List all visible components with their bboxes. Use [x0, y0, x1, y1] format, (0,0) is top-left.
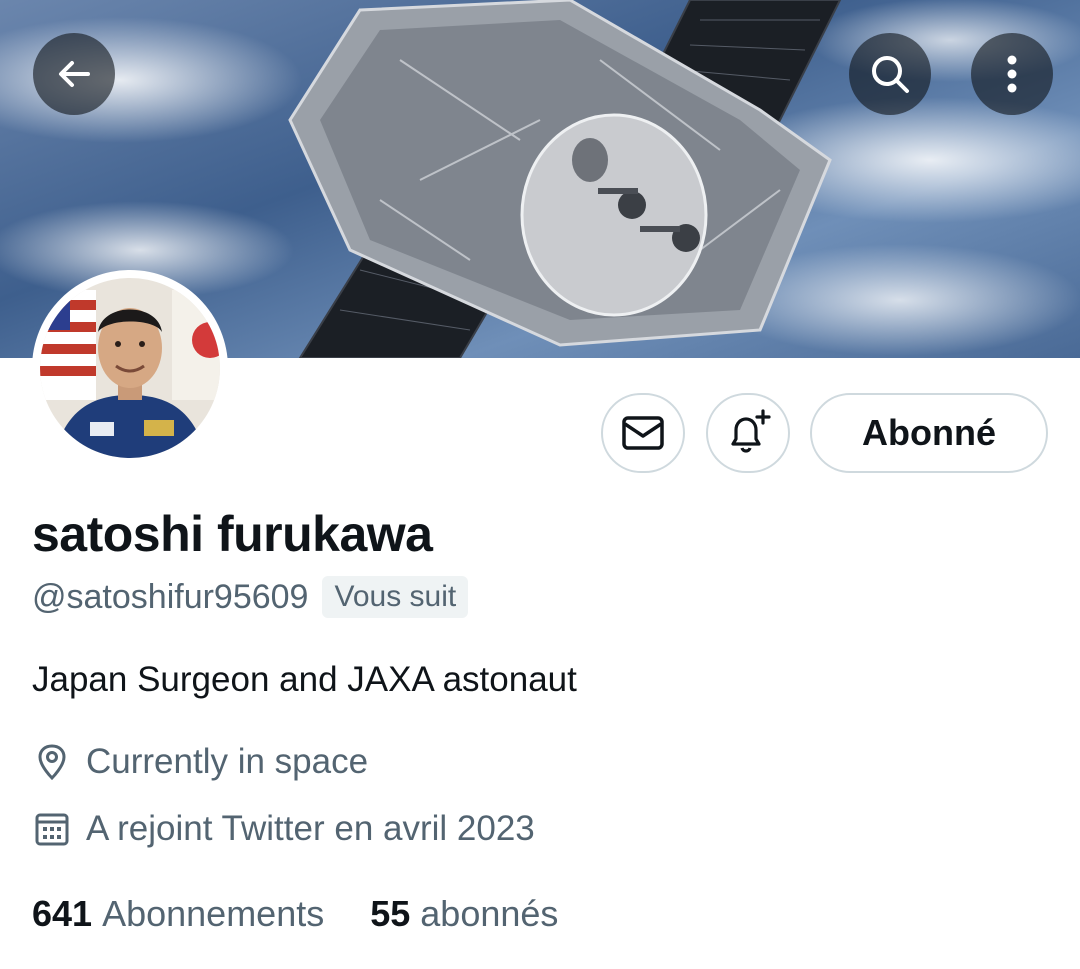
search-button[interactable]	[849, 33, 931, 115]
calendar-icon	[35, 813, 69, 846]
more-vertical-icon	[1007, 55, 1017, 93]
profile-name: satoshi furukawa	[32, 506, 433, 562]
followers-stat[interactable]: 55 abonnés	[370, 893, 558, 935]
following-label: Abonnements	[102, 893, 325, 934]
arrow-left-icon	[59, 61, 90, 87]
followers-label: abonnés	[420, 893, 559, 934]
astronaut-portrait	[40, 278, 220, 458]
location-text: Currently in space	[86, 742, 369, 781]
handle-row: @satoshifur95609 Vous suit	[32, 576, 469, 618]
bell-plus-icon	[731, 409, 771, 453]
profile-bio: Japan Surgeon and JAXA astonaut	[32, 660, 577, 699]
location-row: Currently in space	[32, 742, 368, 782]
follow-stats: 641 Abonnements 55 abonnés	[32, 893, 558, 935]
following-count: 641	[32, 893, 93, 934]
message-button[interactable]	[601, 393, 685, 473]
envelope-icon	[622, 416, 664, 450]
profile-handle: @satoshifur95609	[32, 577, 309, 616]
notifications-button[interactable]	[706, 393, 790, 473]
followers-count: 55	[370, 893, 411, 934]
following-stat[interactable]: 641 Abonnements	[32, 893, 324, 935]
search-icon	[872, 56, 909, 93]
follows-you-badge: Vous suit	[322, 576, 469, 618]
joined-row: A rejoint Twitter en avril 2023	[32, 809, 535, 849]
joined-text: A rejoint Twitter en avril 2023	[86, 809, 535, 848]
back-button[interactable]	[33, 33, 115, 115]
location-pin-icon	[38, 744, 66, 781]
profile-avatar[interactable]	[32, 270, 228, 466]
following-button[interactable]: Abonné	[810, 393, 1048, 473]
more-options-button[interactable]	[971, 33, 1053, 115]
